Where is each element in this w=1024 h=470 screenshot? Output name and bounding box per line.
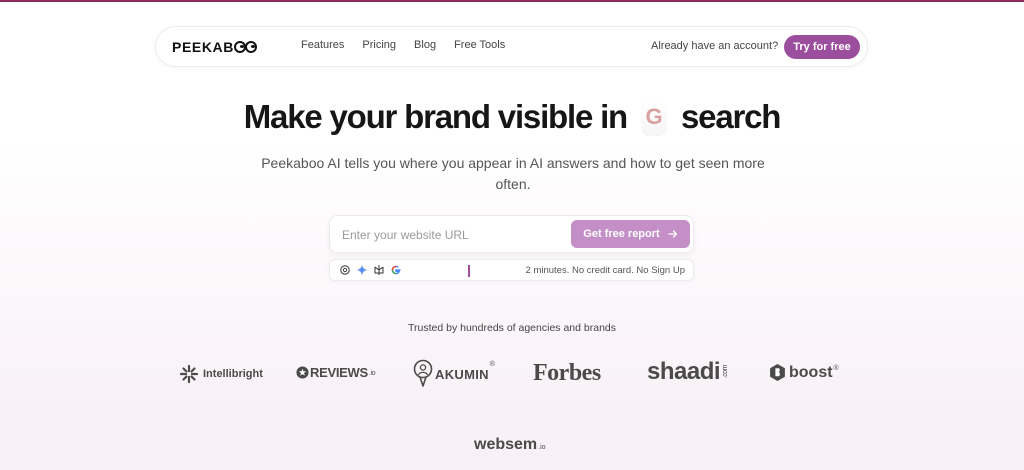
google-g-icon: G [641,98,668,136]
logo-text: PEEKAB [172,39,234,55]
hero-title: Make your brand visible in G search [0,98,1024,136]
brand-logo-boost: boost ® [769,363,839,382]
brand-logo-reviews-io: REVIEWS .io [296,365,376,380]
forbes-wordmark: Forbes [533,360,601,386]
info-bar: 2 minutes. No credit card. No Sign Up [329,259,694,281]
logo-eyes-icon [233,41,257,53]
reviews-suffix: .io [368,370,376,377]
website-url-input[interactable] [342,225,562,245]
arrow-right-icon [668,230,677,238]
info-text: 2 minutes. No credit card. No Sign Up [525,265,685,276]
perplexity-icon [374,265,384,275]
brand-logo-intellibright: Intellibright [179,364,263,384]
akumin-person-icon [413,359,433,387]
brand-logo-shaadi: shaadi .com [647,358,729,386]
get-free-report-label: Get free report [583,228,660,240]
hero-title-start: Make your brand visible in [243,98,628,135]
websem-suffix: .io [538,444,546,451]
shaadi-wordmark: shaadi [647,358,721,385]
top-navbar: PEEKAB Features Pricing Blog Free Tools … [155,26,868,67]
nav-link-pricing[interactable]: Pricing [362,39,396,51]
akumin-registered-mark: ® [489,361,496,368]
akumin-wordmark: AKUMIN [435,366,489,382]
boost-wordmark: boost [789,363,833,381]
intellibright-burst-icon [179,364,199,384]
nav-link-features[interactable]: Features [301,39,344,51]
gemini-icon [356,264,368,276]
reviews-wordmark: REVIEWS [310,365,368,380]
peekaboo-logo[interactable]: PEEKAB [172,37,257,57]
google-g-letter: G [645,104,663,129]
ai-engine-icons [339,264,402,276]
signin-link[interactable]: Already have an account? [651,40,778,52]
hero-title-end: search [681,98,781,135]
nav-link-blog[interactable]: Blog [414,39,436,51]
typing-cursor [468,265,470,277]
openai-icon [340,265,350,275]
intellibright-wordmark: Intellibright [203,368,263,380]
brand-logo-websem: websem .io [474,436,546,454]
nav-links: Features Pricing Blog Free Tools [301,39,523,51]
trusted-heading: Trusted by hundreds of agencies and bran… [408,322,616,334]
url-form: Get free report [329,215,694,253]
brand-logo-forbes: Forbes [533,360,601,387]
hero-subtitle: Peekaboo AI tells you where you appear i… [261,155,765,192]
get-free-report-button[interactable]: Get free report [571,220,690,248]
websem-wordmark: websem [474,436,538,453]
boost-registered-mark: ® [833,365,839,372]
boost-hexagon-icon [770,364,785,381]
brand-logo-akumin: AKUMIN ® [413,359,495,389]
nav-link-free-tools[interactable]: Free Tools [454,39,505,51]
try-for-free-button[interactable]: Try for free [784,35,860,59]
google-icon [391,265,401,275]
star-badge-icon [296,366,309,379]
shaadi-suffix: .com [722,365,730,379]
top-accent-line [0,0,1024,2]
